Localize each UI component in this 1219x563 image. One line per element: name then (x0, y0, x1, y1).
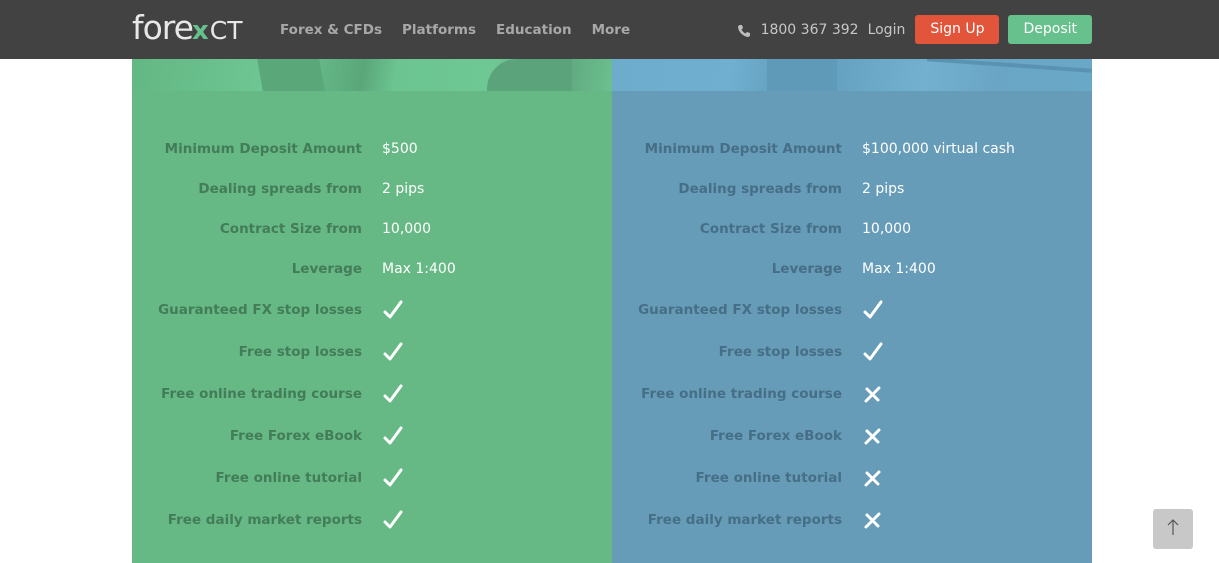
check-icon (862, 299, 884, 321)
live-panel-banner-image (132, 59, 612, 91)
check-icon (382, 383, 404, 405)
deposit-button[interactable]: Deposit (1008, 15, 1092, 44)
feature-label: Free daily market reports (167, 512, 362, 528)
phone-number[interactable]: 1800 367 392 (761, 22, 859, 38)
spec-value: $500 (382, 141, 418, 157)
spec-label: Minimum Deposit Amount (644, 141, 842, 157)
demo-panel-banner-image (612, 59, 1092, 91)
logo-text-ct: CT (209, 16, 243, 45)
demo-panel-rows: Minimum Deposit Amount $100,000 virtual … (612, 129, 1092, 541)
spec-row: Contract Size from 10,000 (612, 209, 1092, 249)
spec-value: $100,000 virtual cash (862, 141, 1015, 157)
spec-value: 10,000 (862, 221, 911, 237)
feature-row: Free daily market reports (612, 499, 1092, 541)
feature-row: Free online trading course (612, 373, 1092, 415)
spec-row: Leverage Max 1:400 (132, 249, 612, 289)
spec-value: 2 pips (862, 181, 905, 197)
spec-label: Dealing spreads from (678, 181, 842, 197)
spec-row: Leverage Max 1:400 (612, 249, 1092, 289)
cross-icon (862, 383, 884, 405)
feature-label: Free stop losses (718, 344, 842, 360)
sign-up-button[interactable]: Sign Up (915, 15, 1000, 44)
feature-label: Free online tutorial (215, 470, 362, 486)
spec-row: Minimum Deposit Amount $500 (132, 129, 612, 169)
spec-value: 10,000 (382, 221, 431, 237)
cross-icon (862, 509, 884, 531)
login-link[interactable]: Login (868, 22, 906, 38)
demo-account-panel: Minimum Deposit Amount $100,000 virtual … (612, 59, 1092, 563)
feature-row: Guaranteed FX stop losses (132, 289, 612, 331)
spec-label: Minimum Deposit Amount (164, 141, 362, 157)
feature-row: Free stop losses (612, 331, 1092, 373)
arrow-up-icon (1166, 518, 1180, 540)
main-nav: Forex & CFDs Platforms Education More (280, 0, 630, 59)
spec-label: Contract Size from (219, 221, 362, 237)
feature-label: Free online tutorial (695, 470, 842, 486)
spec-row: Dealing spreads from 2 pips (612, 169, 1092, 209)
check-icon (382, 425, 404, 447)
feature-label: Free Forex eBook (229, 428, 362, 444)
check-icon (382, 467, 404, 489)
feature-row: Free online trading course (132, 373, 612, 415)
spec-label: Contract Size from (699, 221, 842, 237)
spec-value: Max 1:400 (862, 261, 936, 277)
feature-label: Free daily market reports (647, 512, 842, 528)
nav-actions: 1800 367 392 Login Sign Up Deposit (737, 0, 1092, 59)
top-navbar: fore x CT Forex & CFDs Platforms Education… (0, 0, 1219, 59)
feature-label: Guaranteed FX stop losses (638, 302, 842, 318)
check-icon (862, 341, 884, 363)
spec-label: Leverage (291, 261, 362, 277)
feature-label: Free Forex eBook (709, 428, 842, 444)
feature-row: Free Forex eBook (132, 415, 612, 457)
check-icon (382, 509, 404, 531)
check-icon (382, 299, 404, 321)
back-to-top-button[interactable] (1153, 509, 1193, 549)
live-account-panel: Minimum Deposit Amount $500 Dealing spre… (132, 59, 612, 563)
spec-row: Contract Size from 10,000 (132, 209, 612, 249)
feature-row: Free daily market reports (132, 499, 612, 541)
live-panel-rows: Minimum Deposit Amount $500 Dealing spre… (132, 129, 612, 541)
nav-platforms[interactable]: Platforms (402, 22, 476, 38)
feature-label: Free online trading course (161, 386, 362, 402)
logo-text-x: x (191, 16, 209, 46)
check-icon (382, 341, 404, 363)
feature-row: Free stop losses (132, 331, 612, 373)
feature-row: Guaranteed FX stop losses (612, 289, 1092, 331)
feature-row: Free online tutorial (132, 457, 612, 499)
cross-icon (862, 425, 884, 447)
spec-label: Dealing spreads from (198, 181, 362, 197)
feature-row: Free Forex eBook (612, 415, 1092, 457)
feature-row: Free online tutorial (612, 457, 1092, 499)
spec-row: Minimum Deposit Amount $100,000 virtual … (612, 129, 1092, 169)
logo-text-fore: fore (132, 8, 194, 47)
spec-value: 2 pips (382, 181, 425, 197)
nav-more[interactable]: More (592, 22, 631, 38)
feature-label: Free stop losses (238, 344, 362, 360)
feature-label: Free online trading course (641, 386, 842, 402)
cross-icon (862, 467, 884, 489)
phone-icon (737, 23, 751, 37)
nav-forex-cfds[interactable]: Forex & CFDs (280, 22, 382, 38)
nav-education[interactable]: Education (496, 22, 572, 38)
spec-label: Leverage (771, 261, 842, 277)
feature-label: Guaranteed FX stop losses (158, 302, 362, 318)
forexct-logo[interactable]: fore x CT (132, 8, 242, 48)
spec-value: Max 1:400 (382, 261, 456, 277)
spec-row: Dealing spreads from 2 pips (132, 169, 612, 209)
